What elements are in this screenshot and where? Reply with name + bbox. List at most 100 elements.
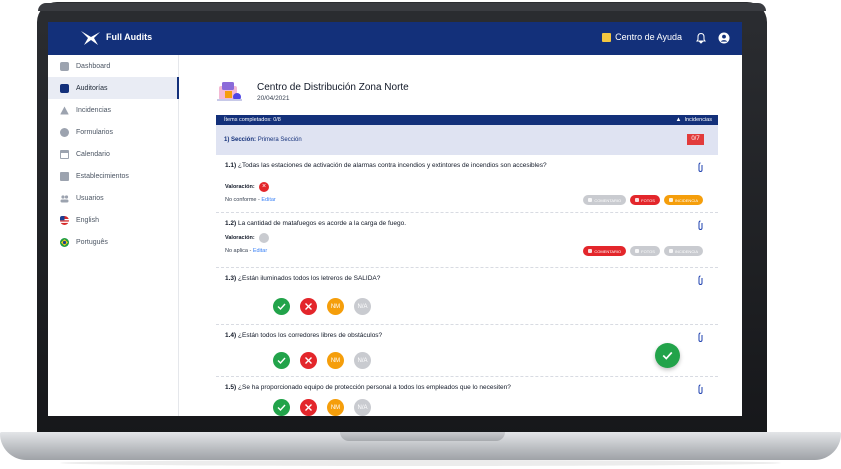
question-text: 1.4) ¿Están todos los corredores libres … <box>225 332 382 339</box>
checkbox-icon <box>60 83 69 93</box>
audit-date: 20/04/2021 <box>257 95 290 102</box>
check-icon <box>277 404 286 412</box>
answer-options: NM N/A <box>273 352 371 369</box>
incident-label: INCIDENCIA <box>674 197 698 203</box>
page-title: Centro de Distribución Zona Norte <box>257 82 409 93</box>
comment-label: COMENTARIO <box>594 197 622 203</box>
close-icon <box>305 357 312 364</box>
items-completed-label: Ítems completados: 0/8 <box>224 117 281 123</box>
laptop-lid-edge <box>38 3 766 11</box>
answer-no-button[interactable] <box>300 298 317 315</box>
check-icon <box>662 351 673 360</box>
camera-icon <box>635 249 640 253</box>
bell-icon[interactable] <box>695 32 707 44</box>
sidebar-item-english[interactable]: English <box>48 209 179 231</box>
answer-nm-button[interactable]: NM <box>327 298 344 315</box>
users-icon <box>60 194 69 202</box>
camera-icon <box>635 198 640 202</box>
sidebar-item-formularios[interactable]: Formularios <box>48 121 179 143</box>
sidebar-item-portugues[interactable]: Português <box>48 231 179 253</box>
sidebar-item-establecimientos[interactable]: Establecimientos <box>48 165 179 187</box>
incident-button[interactable]: INCIDENCIA <box>663 246 703 256</box>
sidebar-item-usuarios[interactable]: Usuarios <box>48 187 179 209</box>
answer-yes-button[interactable] <box>273 352 290 369</box>
answer-na-button[interactable]: N/A <box>354 298 371 315</box>
warning-icon <box>668 249 673 253</box>
question-label: La cantidad de matafuegos es acorde a la… <box>238 220 407 227</box>
paperclip-icon[interactable] <box>698 162 703 173</box>
question-number: 1.5) <box>225 384 237 391</box>
paperclip-icon[interactable] <box>698 220 703 231</box>
action-pills: COMENTARIO FOTOS INCIDENCIA <box>583 246 703 256</box>
help-icon <box>602 32 612 42</box>
answer-options: NM N/A <box>273 399 371 416</box>
sidebar: Dashboard Auditorías Incidencias Formula… <box>48 55 179 416</box>
answer-na-button[interactable]: N/A <box>354 352 371 369</box>
sidebar-item-label: Establecimientos <box>76 172 129 180</box>
close-icon <box>305 303 312 310</box>
question-label: ¿Están todos los corredores libres de ob… <box>238 332 383 339</box>
answer-yes-button[interactable] <box>273 298 290 315</box>
answer-no-button[interactable] <box>300 352 317 369</box>
sidebar-item-dashboard[interactable]: Dashboard <box>48 55 179 77</box>
warehouse-illustration-icon <box>217 82 242 101</box>
edit-link[interactable]: Editar <box>261 197 275 203</box>
help-center-link[interactable]: Centro de Ayuda <box>602 32 682 42</box>
paperclip-icon[interactable] <box>698 275 703 286</box>
warning-icon: ▲ <box>675 117 682 123</box>
sidebar-item-label: Formularios <box>76 128 113 136</box>
laptop-notch <box>340 432 505 441</box>
question-row: 1.4) ¿Están todos los corredores libres … <box>216 325 718 377</box>
sidebar-item-auditorias[interactable]: Auditorías <box>48 77 179 99</box>
answer-no-button[interactable] <box>300 399 317 416</box>
check-icon <box>277 357 286 365</box>
photos-label: FOTOS <box>641 248 655 254</box>
not-applicable-icon <box>259 233 269 243</box>
answer-nm-button[interactable]: NM <box>327 352 344 369</box>
comment-icon <box>588 198 593 202</box>
non-conformity-icon: × <box>259 182 269 192</box>
section-header[interactable]: 1) Sección: Primera Sección 0/7 <box>216 125 718 155</box>
finish-audit-fab[interactable] <box>655 343 680 368</box>
question-label: ¿Todas las estaciones de activación de a… <box>238 162 547 169</box>
photos-button[interactable]: FOTOS <box>630 246 660 256</box>
action-pills: COMENTARIO FOTOS INCIDENCIA <box>583 195 703 205</box>
comment-button[interactable]: COMENTARIO <box>583 246 627 256</box>
warning-icon <box>60 106 69 114</box>
sidebar-item-incidencias[interactable]: Incidencias <box>48 99 179 121</box>
comment-button[interactable]: COMENTARIO <box>583 195 627 205</box>
photos-button[interactable]: FOTOS <box>630 195 660 205</box>
section-count-badge: 0/7 <box>687 134 704 145</box>
top-bar: Full Audits Centro de Ayuda <box>48 22 742 55</box>
question-text: 1.1) ¿Todas las estaciones de activación… <box>225 162 547 169</box>
hummingbird-logo-icon[interactable] <box>80 29 102 47</box>
app-title[interactable]: Full Audits <box>106 32 152 42</box>
paperclip-icon[interactable] <box>698 332 703 343</box>
brazil-flag-icon <box>60 237 69 247</box>
edit-link[interactable]: Editar <box>253 248 267 254</box>
sidebar-item-label: Português <box>76 238 108 246</box>
user-account-icon[interactable] <box>718 32 730 44</box>
question-text: 1.5) ¿Se ha proporcionado equipo de prot… <box>225 384 511 391</box>
paperclip-icon[interactable] <box>698 384 703 395</box>
question-number: 1.1) <box>225 162 237 169</box>
incidents-link[interactable]: ▲ Incidencias <box>676 117 712 123</box>
incident-button[interactable]: INCIDENCIA <box>663 195 703 205</box>
status-text: No conforme <box>225 197 257 203</box>
check-circle-icon <box>60 127 69 137</box>
store-icon <box>60 171 69 181</box>
answer-options: NM N/A <box>273 298 371 315</box>
answer-yes-button[interactable] <box>273 399 290 416</box>
valoracion-label: Valoración: <box>225 235 255 241</box>
sidebar-item-label: Usuarios <box>76 194 104 202</box>
sidebar-item-label: Auditorías <box>76 84 108 92</box>
question-label: ¿Están iluminados todos los letreros de … <box>238 275 381 282</box>
question-row: 1.3) ¿Están iluminados todos los letrero… <box>216 268 718 325</box>
answer-na-button[interactable]: N/A <box>354 399 371 416</box>
answer-nm-button[interactable]: NM <box>327 399 344 416</box>
grid-icon <box>60 61 69 71</box>
question-number: 1.2) <box>225 220 237 227</box>
question-text: 1.2) La cantidad de matafuegos es acorde… <box>225 220 406 227</box>
sidebar-item-calendario[interactable]: Calendario <box>48 143 179 165</box>
comment-icon <box>588 249 593 253</box>
